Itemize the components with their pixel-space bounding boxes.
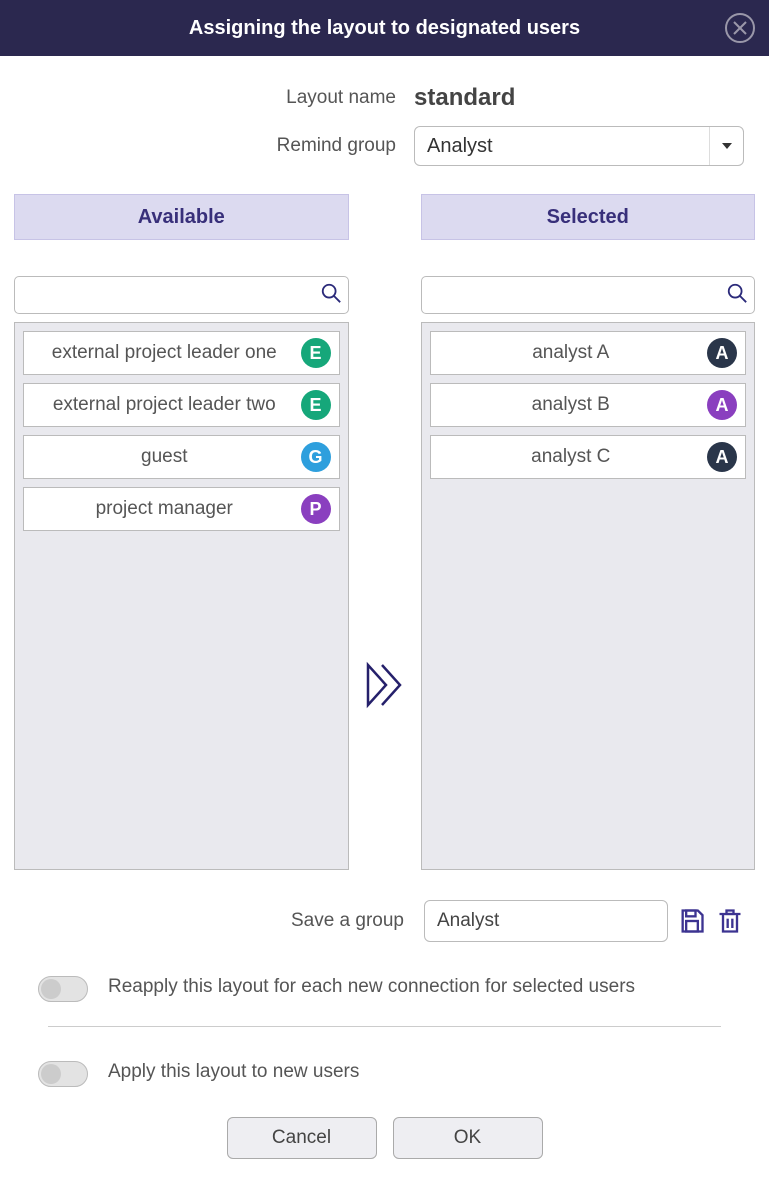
- remind-group-row: Remind group: [14, 126, 755, 166]
- remind-group-caret[interactable]: [709, 127, 743, 165]
- close-button[interactable]: [725, 13, 755, 43]
- transfer-controls: [349, 194, 421, 870]
- divider: [48, 1026, 721, 1027]
- dialog-title: Assigning the layout to designated users: [189, 17, 580, 40]
- layout-name-row: Layout name standard: [14, 84, 755, 112]
- remind-group-combo[interactable]: [414, 126, 744, 166]
- selected-list: analyst A A analyst B A analyst C A: [421, 322, 756, 870]
- save-group-input[interactable]: [424, 900, 668, 942]
- cancel-button[interactable]: Cancel: [227, 1117, 377, 1159]
- search-icon[interactable]: [320, 282, 342, 309]
- available-search-input[interactable]: [25, 285, 320, 305]
- list-item[interactable]: guest G: [23, 435, 340, 479]
- available-header: Available: [14, 194, 349, 240]
- list-item[interactable]: analyst A A: [430, 331, 747, 375]
- save-icon: [678, 907, 706, 935]
- user-badge: A: [707, 442, 737, 472]
- list-item-label: external project leader one: [52, 341, 277, 365]
- available-list: external project leader one E external p…: [14, 322, 349, 870]
- selected-header: Selected: [421, 194, 756, 240]
- user-badge: E: [301, 390, 331, 420]
- double-chevron-right-icon: [364, 661, 406, 709]
- chevron-down-icon: [722, 143, 732, 149]
- apply-new-toggle-row: Apply this layout to new users: [14, 1059, 755, 1087]
- user-badge: E: [301, 338, 331, 368]
- list-item-label: external project leader two: [53, 393, 276, 417]
- user-badge: A: [707, 390, 737, 420]
- list-item[interactable]: analyst B A: [430, 383, 747, 427]
- ok-button[interactable]: OK: [393, 1117, 543, 1159]
- user-badge: P: [301, 494, 331, 524]
- remind-group-label: Remind group: [14, 135, 414, 157]
- dialog-buttons: Cancel OK: [14, 1117, 755, 1159]
- list-item[interactable]: external project leader two E: [23, 383, 340, 427]
- selected-search[interactable]: [421, 276, 756, 314]
- list-item[interactable]: external project leader one E: [23, 331, 340, 375]
- list-item-label: analyst A: [532, 341, 609, 365]
- available-search[interactable]: [14, 276, 349, 314]
- close-icon: [732, 20, 748, 36]
- reapply-toggle[interactable]: [38, 976, 88, 1002]
- layout-name-label: Layout name: [14, 87, 414, 109]
- user-badge: A: [707, 338, 737, 368]
- list-item-label: analyst B: [532, 393, 610, 417]
- selected-search-input[interactable]: [432, 285, 727, 305]
- save-group-button[interactable]: [678, 907, 706, 935]
- move-right-button[interactable]: [364, 661, 406, 714]
- selected-column: Selected analyst A A analyst B A analyst…: [421, 194, 756, 870]
- apply-new-toggle-label: Apply this layout to new users: [108, 1059, 359, 1086]
- list-item[interactable]: project manager P: [23, 487, 340, 531]
- list-item-label: guest: [141, 445, 187, 469]
- reapply-toggle-label: Reapply this layout for each new connect…: [108, 974, 635, 1001]
- list-item-label: analyst C: [531, 445, 610, 469]
- user-badge: G: [301, 442, 331, 472]
- list-item[interactable]: analyst C A: [430, 435, 747, 479]
- dialog-titlebar: Assigning the layout to designated users: [0, 0, 769, 56]
- layout-name-value: standard: [414, 84, 515, 112]
- apply-new-toggle[interactable]: [38, 1061, 88, 1087]
- trash-icon: [716, 907, 744, 935]
- available-column: Available external project leader one E …: [14, 194, 349, 870]
- search-icon[interactable]: [726, 282, 748, 309]
- delete-group-button[interactable]: [716, 907, 744, 935]
- remind-group-input[interactable]: [415, 131, 709, 162]
- reapply-toggle-row: Reapply this layout for each new connect…: [14, 974, 755, 1002]
- save-group-row: Save a group: [14, 900, 755, 942]
- list-item-label: project manager: [96, 497, 233, 521]
- save-group-label: Save a group: [14, 910, 424, 932]
